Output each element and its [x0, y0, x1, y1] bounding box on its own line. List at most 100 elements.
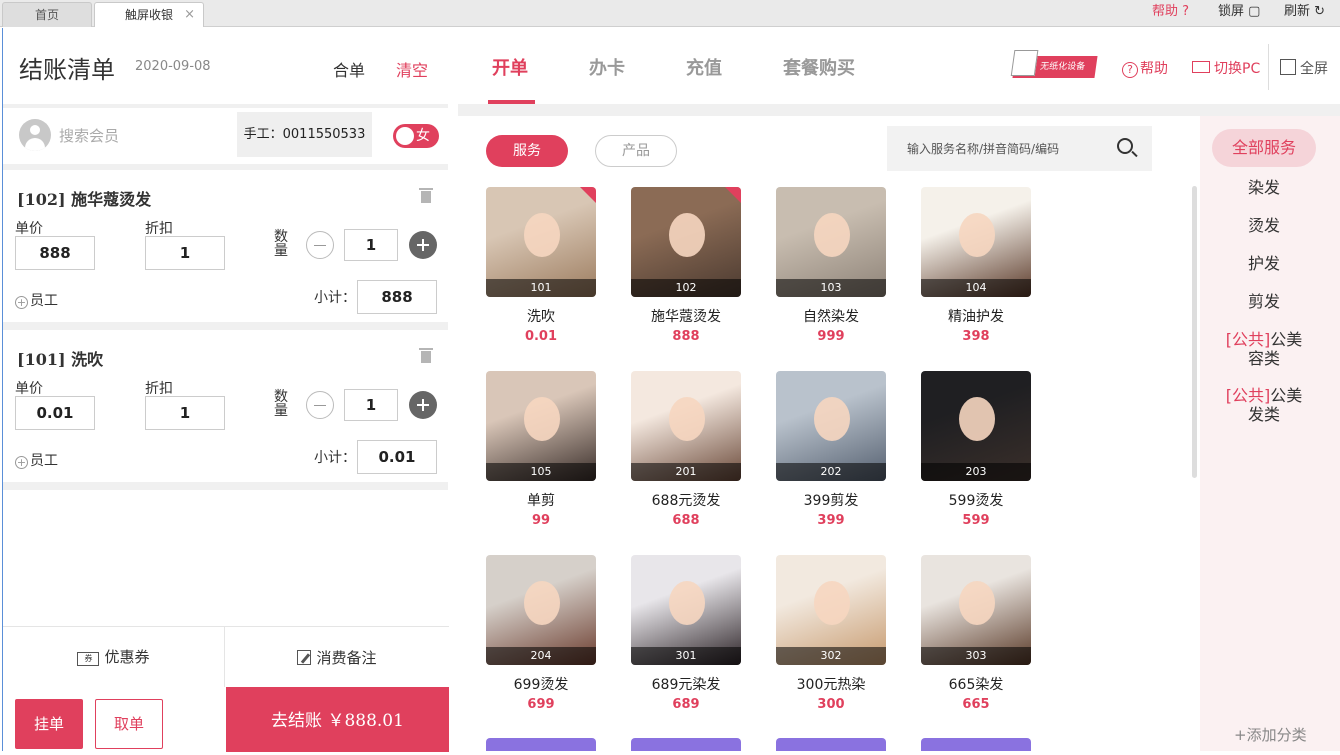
product-price: 665: [962, 697, 990, 712]
product-card-partial[interactable]: [631, 738, 741, 751]
add-staff-button[interactable]: + 员工: [15, 450, 58, 470]
discount-label: 折扣: [145, 221, 173, 237]
unit-price-input[interactable]: 0.01: [15, 396, 95, 430]
tab-touch-checkout[interactable]: 触屏收银 ×: [94, 2, 204, 27]
lock-screen-button[interactable]: 锁屏 ▢: [1218, 3, 1260, 21]
category-care[interactable]: 护发: [1200, 254, 1328, 273]
gender-toggle[interactable]: 女: [393, 124, 439, 148]
close-icon[interactable]: ×: [184, 3, 195, 27]
product-card[interactable]: 302 300元热染 300: [776, 555, 886, 715]
product-card[interactable]: 203 599烫发 599: [921, 371, 1031, 531]
unit-price-label: 单价: [15, 221, 43, 237]
filter-service[interactable]: 服务: [486, 135, 568, 167]
plus-circle-icon: +: [15, 456, 28, 469]
refresh-button[interactable]: 刷新 ↻: [1284, 3, 1325, 21]
product-image: 301: [631, 555, 741, 665]
checkout-footer: 券优惠券 消费备注 挂单 取单 去结账 ￥888.01: [3, 626, 449, 752]
staff-label: 员工: [30, 453, 58, 469]
face-illustration: [524, 581, 560, 625]
tab-home[interactable]: 首页: [2, 2, 92, 27]
minus-button[interactable]: [306, 231, 334, 259]
plus-button[interactable]: [409, 231, 437, 259]
product-card[interactable]: 301 689元染发 689: [631, 555, 741, 715]
refresh-label: 刷新: [1284, 4, 1311, 19]
paperless-device-button[interactable]: 无纸化设备: [1012, 56, 1098, 78]
checkout-button[interactable]: 去结账 ￥888.01: [226, 687, 449, 752]
tab-package[interactable]: 套餐购买: [783, 54, 855, 80]
help-link[interactable]: 帮助 ?: [1152, 3, 1189, 21]
fullscreen-button[interactable]: 全屏: [1280, 58, 1328, 78]
category-label: 公美: [1270, 386, 1303, 405]
tab-recharge[interactable]: 充值: [686, 54, 722, 80]
product-card-partial[interactable]: [921, 738, 1031, 751]
face-illustration: [814, 581, 850, 625]
category-public-beauty[interactable]: [公共]公美 容类: [1200, 330, 1328, 368]
tab-open-order[interactable]: 开单: [492, 54, 528, 80]
discount-input[interactable]: 1: [145, 236, 225, 270]
gender-label: 女: [416, 128, 430, 144]
edit-note-icon: [297, 650, 312, 665]
switch-pc-button[interactable]: 切换PC: [1192, 58, 1260, 78]
unit-price-input[interactable]: 888: [15, 236, 95, 270]
product-price: 599: [962, 513, 990, 528]
page-title: 结账清单: [19, 56, 115, 84]
category-perm[interactable]: 烫发: [1200, 216, 1328, 235]
plus-circle-icon: +: [15, 296, 28, 309]
product-image: 102: [631, 187, 741, 297]
quantity-input[interactable]: 1: [344, 389, 398, 421]
member-search-input[interactable]: 搜索会员: [59, 125, 119, 146]
trash-icon[interactable]: [419, 186, 433, 203]
add-staff-button[interactable]: + 员工: [15, 290, 58, 310]
consumption-note-button[interactable]: 消费备注: [225, 627, 449, 687]
trash-icon[interactable]: [419, 346, 433, 363]
product-card[interactable]: 201 688元烫发 688: [631, 371, 741, 531]
manual-number[interactable]: 手工：0011550533: [237, 112, 372, 157]
checkout-header: 结账清单 2020-09-08 合单 清空: [3, 28, 449, 104]
merge-button[interactable]: 合单: [333, 57, 365, 81]
product-name: 599烫发: [948, 493, 1004, 509]
minus-button[interactable]: [306, 391, 334, 419]
category-all[interactable]: 全部服务: [1212, 129, 1316, 167]
tab-card[interactable]: 办卡: [589, 54, 625, 80]
product-card[interactable]: 303 665染发 665: [921, 555, 1031, 715]
filter-product[interactable]: 产品: [595, 135, 677, 167]
product-name: 688元烫发: [651, 493, 721, 509]
scrollbar[interactable]: [1192, 186, 1197, 478]
face-illustration: [959, 581, 995, 625]
help-label: 帮助: [1140, 61, 1168, 77]
selected-check-icon: [725, 187, 741, 203]
search-icon[interactable]: [1117, 138, 1133, 154]
take-order-button[interactable]: 取单: [95, 699, 163, 749]
add-category-button[interactable]: +添加分类: [1234, 724, 1307, 745]
product-card-partial[interactable]: [776, 738, 886, 751]
product-image: 202: [776, 371, 886, 481]
help-button[interactable]: ? 帮助: [1122, 58, 1168, 78]
discount-input[interactable]: 1: [145, 396, 225, 430]
category-cut[interactable]: 剪发: [1200, 292, 1328, 311]
hang-order-button[interactable]: 挂单: [15, 699, 83, 749]
product-name: 洗吹: [527, 309, 555, 325]
lock-icon: ▢: [1248, 4, 1261, 19]
avatar[interactable]: [19, 119, 51, 151]
quantity-input[interactable]: 1: [344, 229, 398, 261]
face-illustration: [524, 397, 560, 441]
category-public-hair[interactable]: [公共]公美 发类: [1200, 386, 1328, 424]
coupon-button[interactable]: 券优惠券: [3, 627, 225, 687]
face-illustration: [524, 213, 560, 257]
product-card[interactable]: 103 自然染发 999: [776, 187, 886, 347]
product-card[interactable]: 102 施华蔻烫发 888: [631, 187, 741, 347]
product-card[interactable]: 204 699烫发 699: [486, 555, 596, 715]
product-card[interactable]: 202 399剪发 399: [776, 371, 886, 531]
product-card[interactable]: 104 精油护发 398: [921, 187, 1031, 347]
clear-button[interactable]: 清空: [396, 57, 428, 81]
category-sidebar: 全部服务 染发 烫发 护发 剪发 [公共]公美 容类 [公共]公美 发类 +添加分类: [1200, 116, 1340, 751]
category-dye[interactable]: 染发: [1200, 178, 1328, 197]
plus-button[interactable]: [409, 391, 437, 419]
service-search-input[interactable]: 输入服务名称/拼音简码/编码: [887, 126, 1152, 171]
subtotal-value: 888: [357, 280, 437, 314]
product-card[interactable]: 105 单剪 99: [486, 371, 596, 531]
discount-label: 折扣: [145, 381, 173, 397]
product-card-partial[interactable]: [486, 738, 596, 751]
product-card[interactable]: 101 洗吹 0.01: [486, 187, 596, 347]
product-code: 103: [776, 279, 886, 297]
